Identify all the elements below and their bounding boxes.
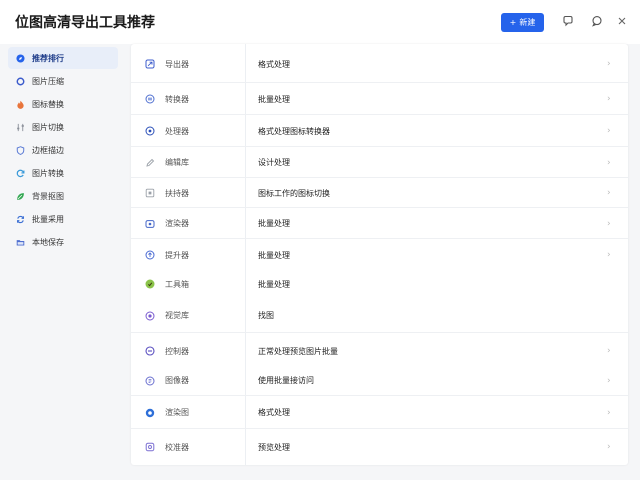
new-button-label: 新建	[519, 18, 536, 27]
new-button[interactable]: + 新建	[501, 13, 544, 32]
flame-icon	[17, 100, 24, 109]
close-icon[interactable]	[615, 14, 629, 28]
sidebar-item-cutout[interactable]: 背景抠图	[8, 185, 118, 207]
convert-icon	[145, 94, 155, 104]
sliders-icon	[17, 123, 24, 131]
sidebar-item-convert[interactable]: 图片转换	[8, 162, 118, 184]
sidebar-item-recommend[interactable]: 推荐排行	[8, 47, 118, 69]
chevron-right-icon: ›	[607, 126, 611, 136]
folder-icon	[16, 239, 25, 246]
tool-row-editor[interactable]: 编辑库 设计处理 ›	[131, 148, 628, 178]
chevron-right-icon: ›	[607, 346, 611, 356]
toolbox-icon	[145, 279, 155, 289]
tool-row-renderer[interactable]: 渲染器 批量处理 ›	[131, 209, 628, 239]
chevron-right-icon: ›	[607, 442, 611, 452]
app-header: 位图高清导出工具推荐 + 新建	[0, 0, 640, 44]
process-icon	[145, 126, 155, 136]
export-icon	[145, 59, 155, 69]
tool-row-exporter[interactable]: 导出器 格式处理 ›	[131, 46, 628, 83]
chevron-right-icon: ›	[607, 157, 611, 168]
chevron-right-icon: ›	[607, 188, 611, 198]
calibrate-icon	[145, 442, 155, 452]
chevron-right-icon: ›	[607, 218, 611, 229]
chevron-right-icon: ›	[607, 407, 611, 418]
render-icon	[145, 408, 155, 417]
image-icon	[145, 376, 155, 385]
sync-icon	[16, 215, 25, 223]
sidebar: 推荐排行 图片压缩 图标替换 图片切换 边框描边 图片转换 背景抠图 批量采用 …	[0, 44, 124, 480]
support-icon	[145, 188, 155, 198]
edit-icon	[146, 158, 155, 167]
tool-row-toolbox[interactable]: 工具箱 批量处理	[131, 269, 628, 299]
chevron-right-icon: ›	[607, 250, 611, 260]
sidebar-item-icon-replace[interactable]: 图标替换	[8, 93, 118, 115]
chevron-right-icon: ›	[607, 375, 611, 386]
chevron-right-icon: ›	[607, 59, 611, 69]
render-icon	[145, 219, 155, 228]
compass-icon	[16, 53, 25, 63]
tool-row-controller[interactable]: 控制器 正常处理预览图片批量 ›	[131, 336, 628, 366]
vision-icon	[145, 311, 155, 320]
tool-row-imager[interactable]: 图像器 使用批量接访问 ›	[131, 366, 628, 396]
shield-icon	[16, 145, 25, 155]
dot-icon	[16, 77, 25, 85]
feedback-icon[interactable]	[561, 14, 575, 28]
chevron-right-icon: ›	[607, 94, 611, 104]
control-icon	[145, 346, 155, 356]
refresh-icon	[16, 169, 25, 177]
tool-row-processor[interactable]: 处理器 格式处理图标转换器 ›	[131, 116, 628, 147]
sidebar-item-switch[interactable]: 图片切换	[8, 116, 118, 138]
tool-row-support[interactable]: 扶持器 图标工作的图标切换 ›	[131, 179, 628, 208]
tool-row-enhancer[interactable]: 提升器 批量处理 ›	[131, 240, 628, 270]
sidebar-item-border[interactable]: 边框描边	[8, 139, 118, 161]
plus-icon: +	[509, 18, 517, 27]
sidebar-item-batch[interactable]: 批量采用	[8, 208, 118, 230]
tool-row-converter[interactable]: 转换器 批量处理 ›	[131, 84, 628, 115]
tool-row-vision[interactable]: 视觉库 找图	[131, 299, 628, 333]
tool-row-calibrator[interactable]: 校准器 预览处理 ›	[131, 430, 628, 464]
sidebar-item-compress[interactable]: 图片压缩	[8, 70, 118, 92]
leaf-icon	[17, 192, 24, 200]
chat-icon[interactable]	[590, 14, 604, 28]
enhance-icon	[145, 250, 155, 260]
sidebar-item-local-save[interactable]: 本地保存	[8, 231, 118, 253]
tool-list: 导出器 格式处理 › 转换器 批量处理 › 处理器 格式处理图标转换器 › 编辑…	[131, 44, 628, 465]
page-title: 位图高清导出工具推荐	[15, 15, 155, 31]
tool-row-render-map[interactable]: 渲染图 格式处理 ›	[131, 397, 628, 429]
